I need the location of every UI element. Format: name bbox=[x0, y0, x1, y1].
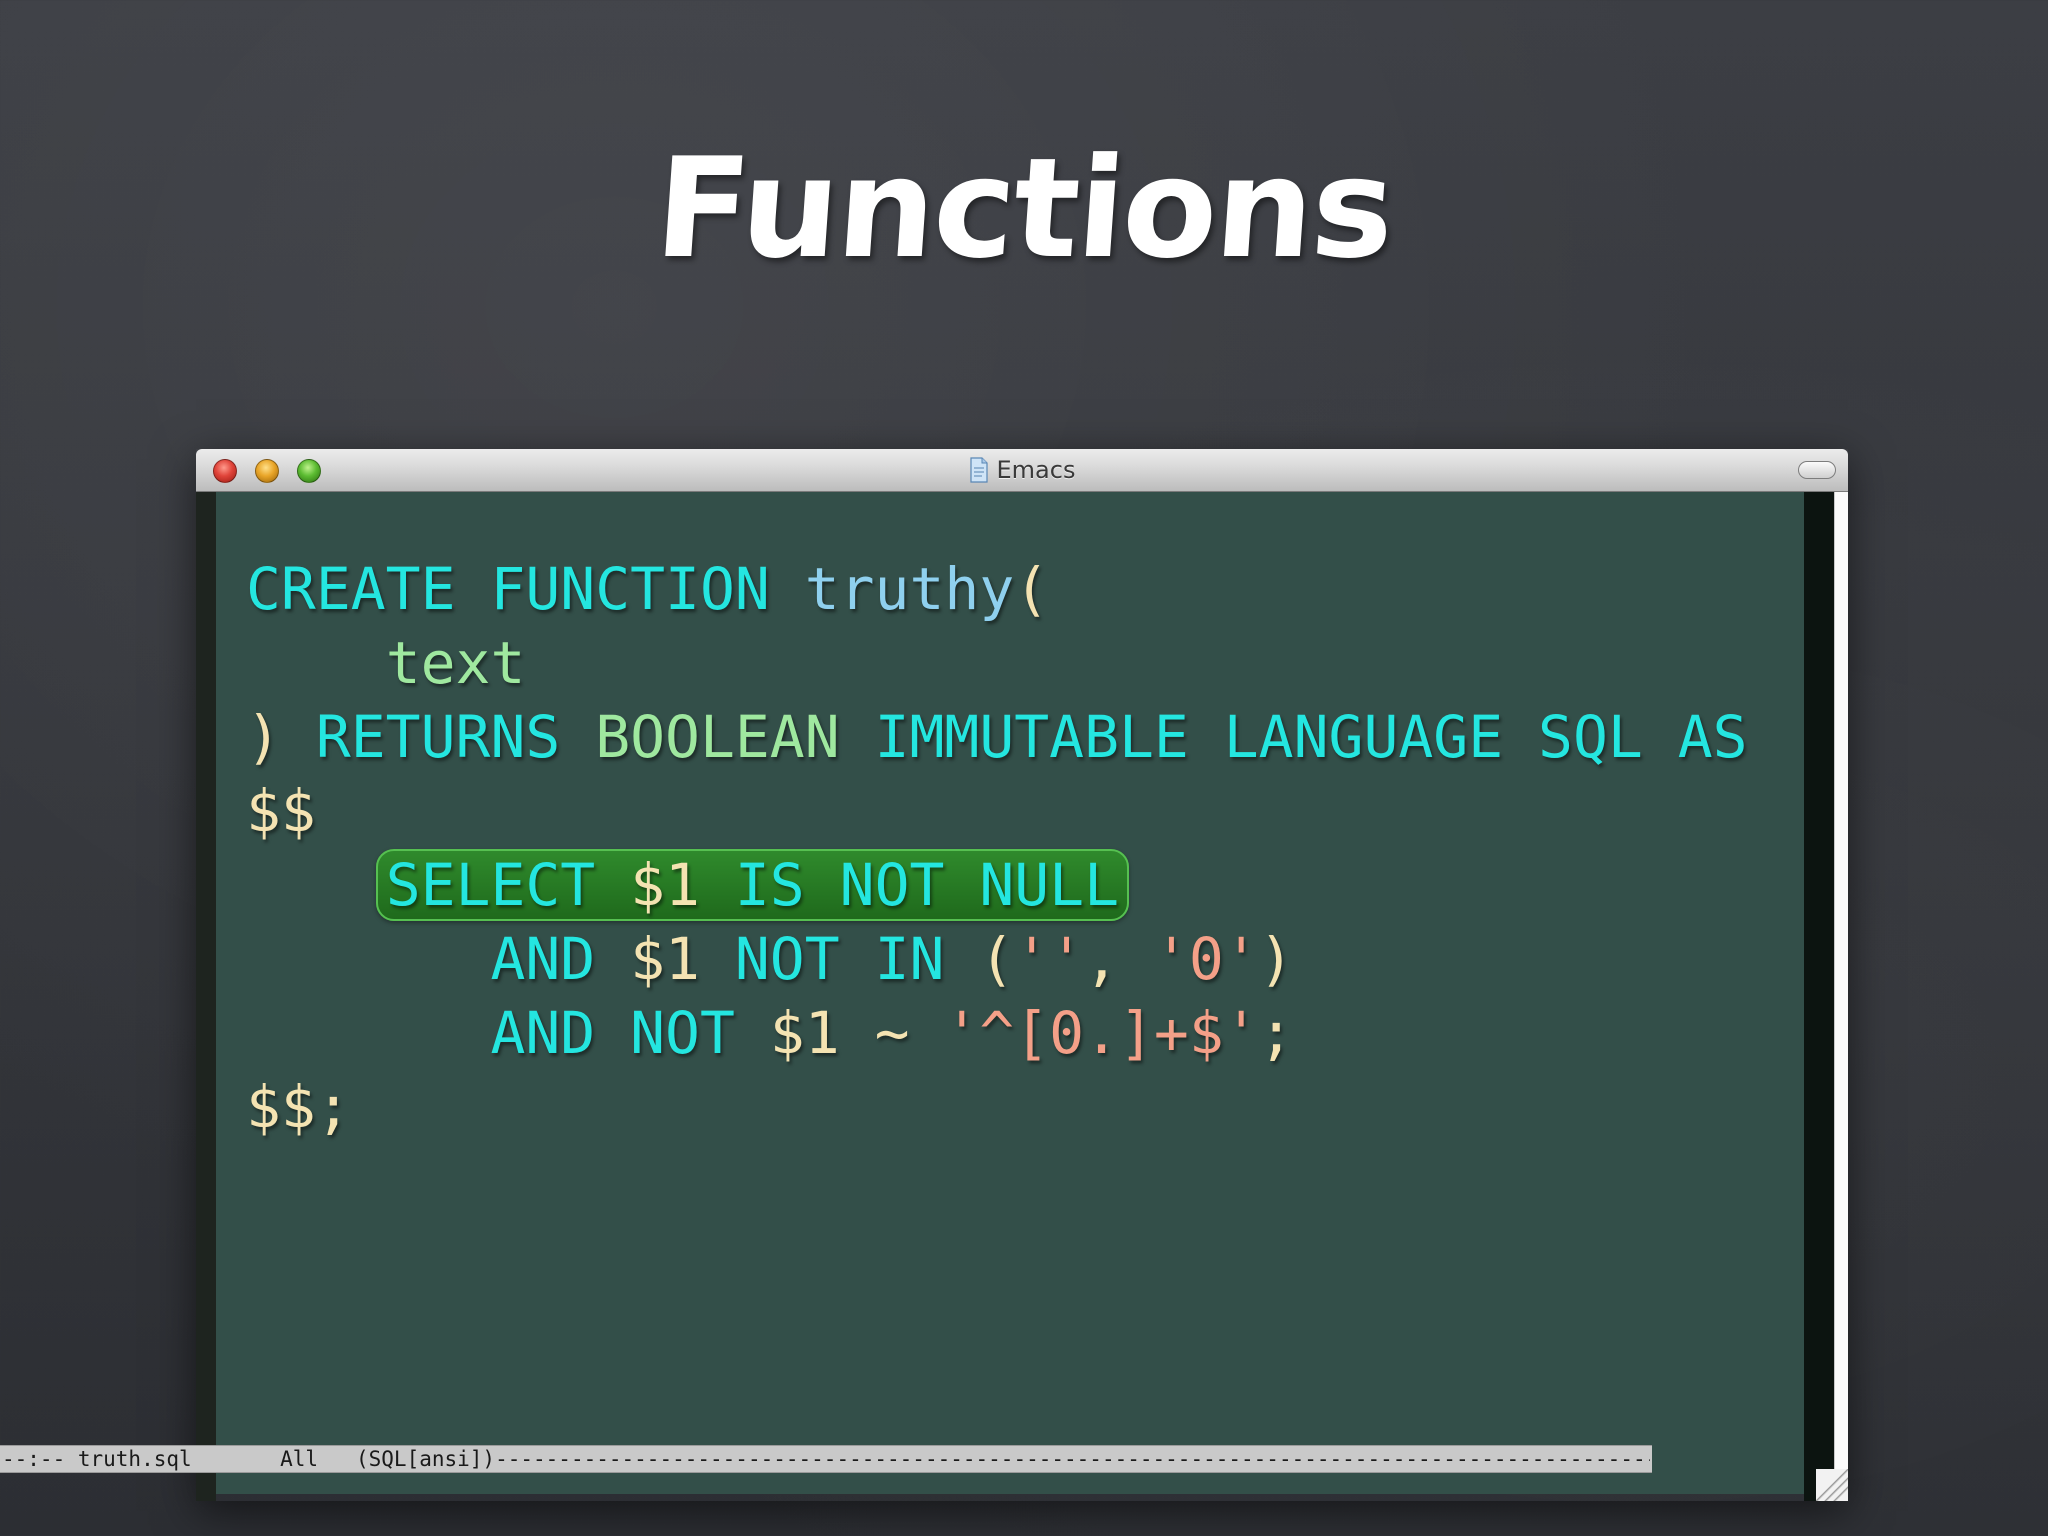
code-token: FUNCTION bbox=[490, 555, 770, 623]
code-token: AND bbox=[490, 925, 596, 993]
code-line[interactable]: AND NOT $1 ~ '^[0.]+$'; bbox=[246, 996, 1748, 1070]
code-token: SELECT bbox=[385, 851, 596, 919]
code-token: NOT bbox=[630, 999, 735, 1067]
window-titlebar[interactable]: Emacs bbox=[196, 449, 1848, 492]
code-line[interactable]: text bbox=[246, 626, 1748, 700]
code-token: IS bbox=[734, 851, 805, 919]
code-line[interactable]: $$; bbox=[246, 1070, 1748, 1144]
code-line[interactable]: AND $1 NOT IN ('', '0') bbox=[246, 922, 1748, 996]
mode-line: --:-- truth.sql All (SQL[ansi])---------… bbox=[0, 1445, 1652, 1473]
code-token: $1 ~ bbox=[734, 999, 945, 1067]
code-line[interactable]: $$ bbox=[246, 774, 1748, 848]
editor-buffer[interactable]: CREATE FUNCTION truthy( text) RETURNS BO… bbox=[216, 492, 1804, 1494]
code-token: RETURNS bbox=[315, 703, 561, 771]
code-token: truthy bbox=[804, 555, 1015, 623]
code-token: IN bbox=[874, 925, 945, 993]
left-fringe bbox=[196, 492, 216, 1501]
code-token: '0' bbox=[1153, 925, 1259, 993]
code-token: '^[0.]+$' bbox=[944, 999, 1259, 1067]
code-token: SQL bbox=[1538, 703, 1643, 771]
vertical-scrollbar[interactable] bbox=[1834, 492, 1848, 1501]
window-title: Emacs bbox=[996, 456, 1076, 484]
code-line[interactable]: CREATE FUNCTION truthy( bbox=[246, 552, 1748, 626]
code-token: CREATE bbox=[246, 555, 456, 623]
code-token: $$; bbox=[246, 1073, 351, 1141]
code-token: ; bbox=[1258, 999, 1294, 1067]
code-token: '' bbox=[1014, 925, 1085, 993]
code-token: $$ bbox=[246, 777, 316, 845]
code-token: ( bbox=[1014, 555, 1050, 623]
code-text[interactable]: CREATE FUNCTION truthy( text) RETURNS BO… bbox=[246, 552, 1748, 1144]
code-token: BOOLEAN bbox=[595, 703, 840, 771]
code-token: NULL bbox=[979, 851, 1120, 919]
code-token: ( bbox=[944, 925, 1015, 993]
code-token: text bbox=[385, 629, 526, 697]
resize-grip-icon[interactable] bbox=[1816, 1469, 1848, 1501]
code-token: IMMUTABLE bbox=[874, 703, 1189, 771]
code-token: NOT bbox=[734, 925, 840, 993]
code-token: AND bbox=[490, 999, 596, 1067]
window-title-group: Emacs bbox=[196, 449, 1848, 491]
code-token: LANGUAGE bbox=[1223, 703, 1504, 771]
code-token: ) bbox=[1258, 925, 1294, 993]
right-fringe bbox=[1804, 492, 1834, 1501]
code-token: ) bbox=[246, 703, 316, 771]
code-token: $1 bbox=[595, 851, 735, 919]
document-icon bbox=[969, 457, 988, 483]
code-token: $1 bbox=[595, 925, 735, 993]
code-line[interactable]: SELECT $1 IS NOT NULL bbox=[246, 848, 1748, 922]
code-token: AS bbox=[1677, 703, 1748, 771]
emacs-window: Emacs CREATE FUNCTION truthy( text) RETU… bbox=[196, 449, 1848, 1501]
mode-line-text: --:-- truth.sql All (SQL[ansi])---------… bbox=[2, 1447, 1650, 1471]
code-line[interactable]: ) RETURNS BOOLEAN IMMUTABLE LANGUAGE SQL… bbox=[246, 700, 1748, 774]
toolbar-toggle-icon[interactable] bbox=[1798, 461, 1836, 479]
slide-title: Functions bbox=[650, 128, 1398, 289]
code-token: , bbox=[1084, 925, 1154, 993]
code-token: NOT bbox=[839, 851, 945, 919]
highlighted-expression: SELECT $1 IS NOT NULL bbox=[375, 849, 1130, 921]
